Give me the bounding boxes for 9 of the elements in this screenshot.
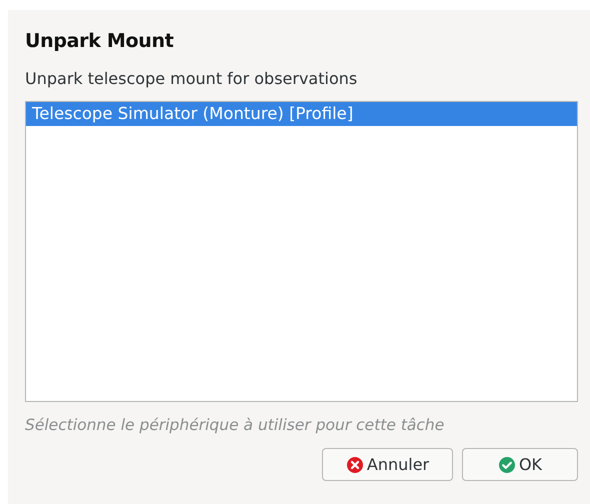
ok-button[interactable]: OK — [462, 448, 578, 482]
cancel-button[interactable]: Annuler — [322, 448, 453, 482]
dialog-title: Unpark Mount — [25, 30, 174, 53]
device-list[interactable]: Telescope Simulator (Monture) [Profile] — [25, 100, 578, 402]
check-icon — [498, 456, 516, 474]
dialog-description: Unpark telescope mount for observations — [25, 68, 358, 90]
close-icon — [346, 456, 364, 474]
hint-text: Sélectionne le périphérique à utiliser pour cette tâche — [25, 414, 446, 436]
device-item[interactable]: Telescope Simulator (Monture) [Profile] — [26, 102, 577, 126]
